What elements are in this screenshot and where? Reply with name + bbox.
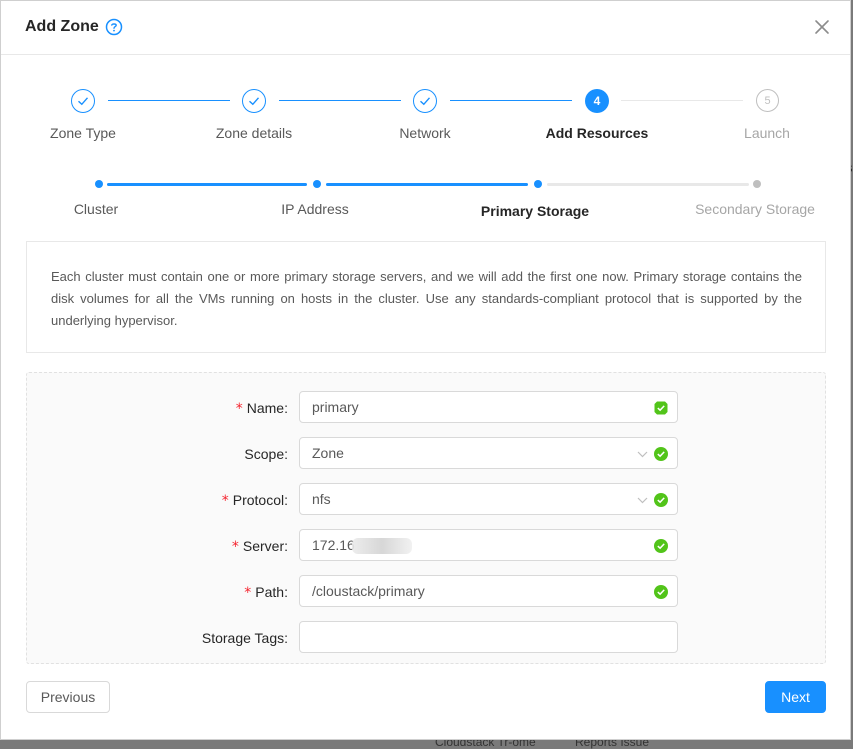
path-label: * Path: [244, 584, 288, 601]
substep-dot-cluster [95, 180, 103, 188]
protocol-label: * Protocol: [221, 492, 288, 509]
valid-check-icon [654, 585, 668, 599]
step-number: 4 [593, 94, 601, 108]
substep-dot-ip-address [313, 180, 321, 188]
chevron-down-icon [637, 497, 648, 504]
substep-dot-primary-storage [534, 180, 542, 188]
required-mark: * [244, 585, 252, 601]
modal-title: Add Zone [25, 18, 99, 35]
storage-tags-label: Storage Tags: [201, 630, 288, 646]
step-network [413, 89, 437, 113]
step-label-network: Network [399, 125, 451, 141]
step-label-add-resources: Add Resources [545, 125, 649, 141]
name-label: * Name: [235, 400, 288, 417]
valid-check-icon [654, 539, 668, 553]
name-input[interactable]: primary [299, 391, 678, 423]
modal-header: Add Zone [1, 1, 850, 55]
check-icon [420, 97, 431, 106]
path-input-value: /cloustack/primary [312, 583, 425, 599]
path-input[interactable]: /cloustack/primary [299, 575, 678, 607]
check-icon [78, 97, 89, 106]
step-add-resources: 4 [585, 89, 609, 113]
scope-select-value: Zone [312, 445, 344, 461]
substep-label-primary-storage: Primary Storage [480, 203, 590, 219]
required-mark: * [231, 539, 239, 555]
step-label-zone-type: Zone Type [50, 125, 116, 141]
server-input[interactable]: 172.16 [299, 529, 678, 561]
info-text: Each cluster must contain one or more pr… [51, 269, 802, 328]
substep-label-secondary-storage: Secondary Storage [695, 201, 815, 217]
substep-label-ip-address: IP Address [281, 201, 349, 217]
step-label-launch: Launch [744, 125, 790, 141]
valid-check-icon [654, 447, 668, 461]
next-button[interactable]: Next [765, 681, 826, 713]
server-input-value: 172.16 [312, 537, 355, 553]
protocol-select[interactable]: nfs [299, 483, 678, 515]
step-launch: 5 [756, 89, 779, 112]
step-number: 5 [764, 94, 771, 107]
required-mark: * [235, 401, 243, 417]
name-input-value: primary [312, 399, 359, 415]
scope-label: Scope: [244, 446, 288, 462]
scope-select[interactable]: Zone [299, 437, 678, 469]
required-mark: * [221, 493, 229, 509]
valid-check-icon [654, 401, 668, 415]
check-icon [249, 97, 260, 106]
step-label-zone-details: Zone details [215, 125, 293, 141]
substep-connector [326, 183, 528, 186]
substep-connector [107, 183, 307, 186]
redacted-blur [352, 538, 412, 554]
close-icon[interactable] [814, 19, 830, 35]
server-label: * Server: [231, 538, 288, 555]
step-zone-type [71, 89, 95, 113]
info-panel: Each cluster must contain one or more pr… [26, 241, 826, 353]
question-circle-icon[interactable] [105, 18, 123, 36]
storage-tags-input[interactable] [299, 621, 678, 653]
step-connector [450, 100, 572, 101]
protocol-select-value: nfs [312, 491, 331, 507]
step-zone-details [242, 89, 266, 113]
previous-button[interactable]: Previous [26, 681, 110, 713]
chevron-down-icon [637, 451, 648, 458]
substep-label-cluster: Cluster [73, 201, 119, 217]
valid-check-icon [654, 493, 668, 507]
step-connector [279, 100, 401, 101]
step-connector [621, 100, 743, 101]
add-zone-modal: Add Zone 4 5 Zone Type Zone details Netw… [0, 0, 851, 740]
step-connector [108, 100, 230, 101]
substep-dot-secondary-storage [753, 180, 761, 188]
substep-connector [547, 183, 749, 186]
